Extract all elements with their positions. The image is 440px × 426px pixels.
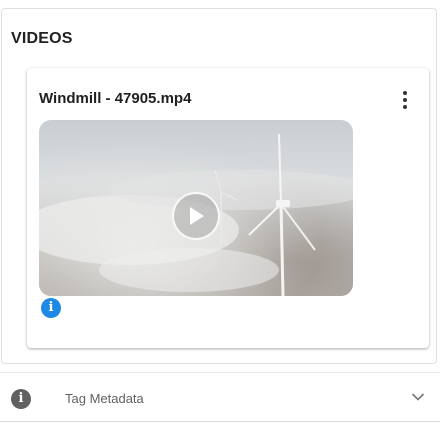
video-card: Windmill - 47905.mp4 i <box>27 68 429 348</box>
more-vert-icon[interactable] <box>395 88 415 112</box>
info-icon[interactable]: i <box>41 298 61 318</box>
video-thumbnail[interactable] <box>39 120 353 296</box>
video-file-name: Windmill - 47905.mp4 <box>39 90 192 107</box>
play-circle-icon[interactable] <box>172 192 220 240</box>
play-triangle-icon <box>190 207 204 225</box>
section-title: VIDEOS <box>11 30 73 47</box>
info-icon: i <box>11 389 31 409</box>
tag-metadata-accordion[interactable]: i Tag Metadata <box>0 372 440 422</box>
tag-metadata-label: Tag Metadata <box>65 391 144 406</box>
videos-panel: VIDEOS Windmill - 47905.mp4 i <box>1 8 437 364</box>
chevron-down-icon[interactable] <box>411 392 425 402</box>
